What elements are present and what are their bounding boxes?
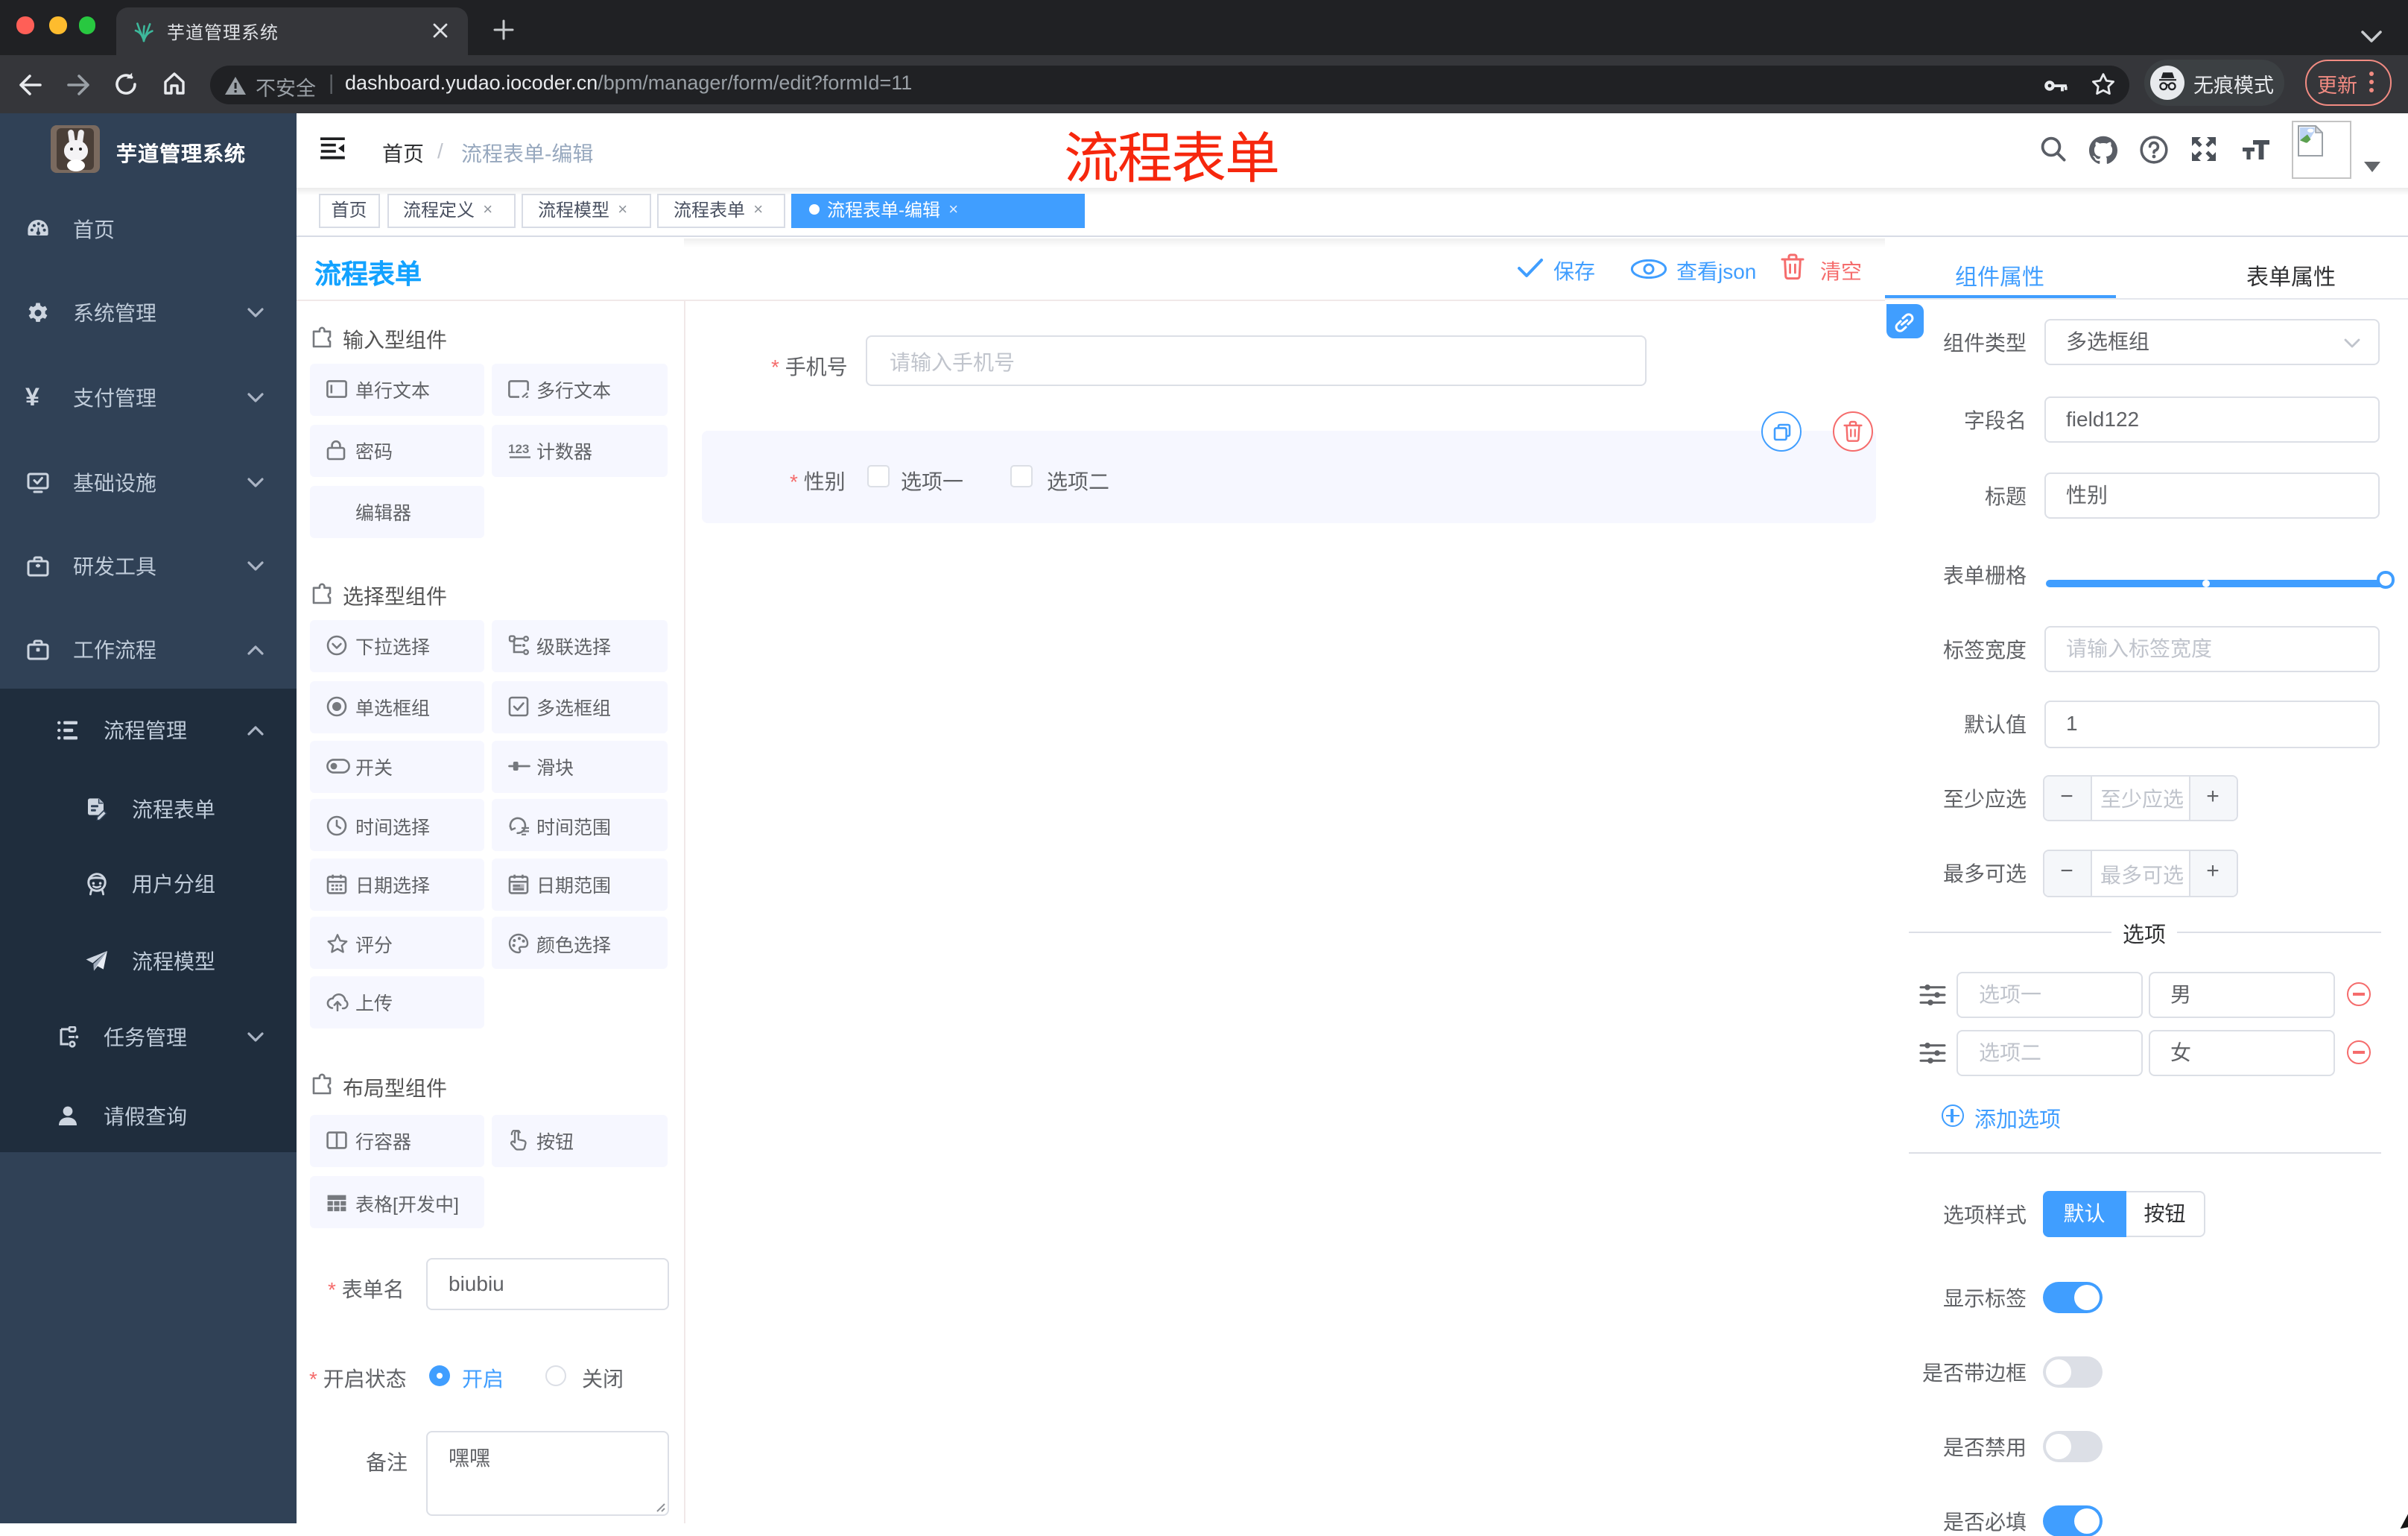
- svg-text:123: 123: [507, 442, 528, 456]
